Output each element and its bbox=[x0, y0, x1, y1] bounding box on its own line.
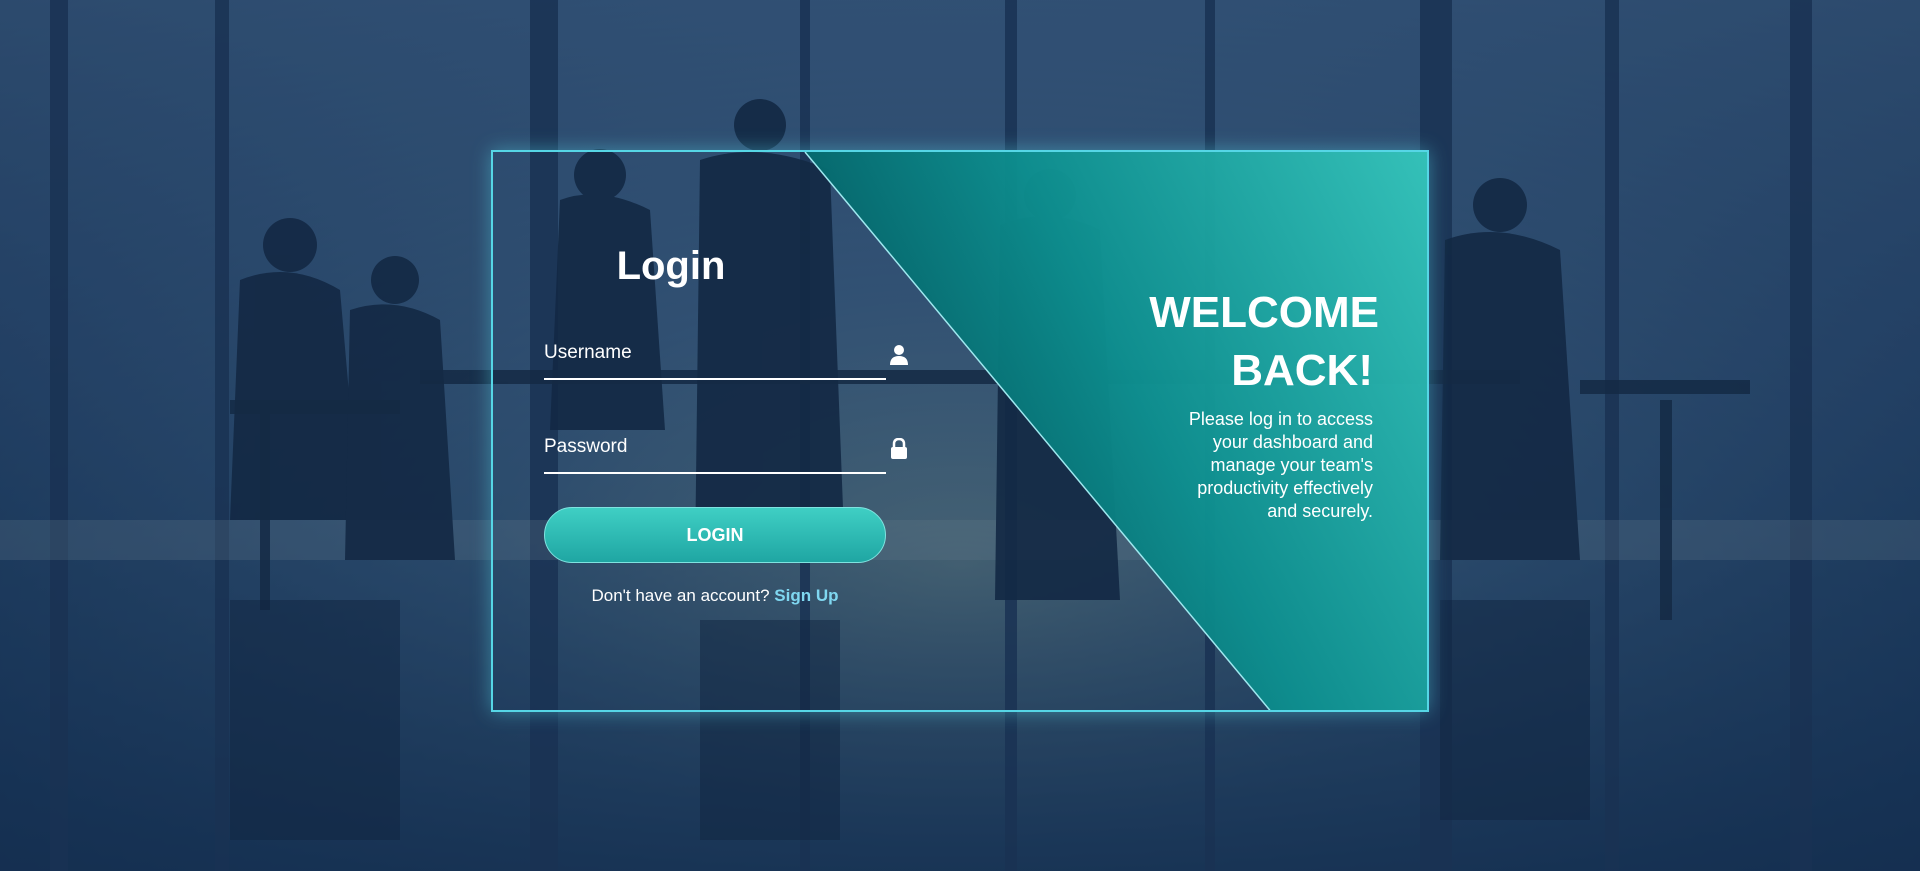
welcome-heading-line2: BACK! bbox=[1231, 346, 1373, 395]
welcome-message: Please log in to access your dashboard a… bbox=[1188, 409, 1373, 521]
signup-prompt: Don't have an account? bbox=[591, 586, 770, 605]
welcome-heading: WELCOME BACK! bbox=[1079, 284, 1379, 400]
password-field[interactable] bbox=[544, 418, 907, 474]
login-card: Login LOGIN Don't have an account? Sign … bbox=[491, 150, 1429, 712]
signup-link[interactable]: Sign Up bbox=[774, 586, 838, 605]
password-input[interactable] bbox=[544, 432, 874, 462]
welcome-panel: WELCOME BACK! Please log in to access yo… bbox=[1079, 284, 1379, 523]
username-underline bbox=[544, 378, 886, 380]
username-field[interactable] bbox=[544, 324, 908, 380]
password-underline bbox=[544, 472, 886, 474]
login-button[interactable]: LOGIN bbox=[544, 507, 886, 563]
login-title: Login bbox=[616, 244, 726, 288]
user-icon bbox=[889, 344, 909, 366]
username-input[interactable] bbox=[544, 338, 874, 368]
welcome-heading-line1: WELCOME bbox=[1149, 288, 1379, 337]
lock-icon bbox=[889, 437, 909, 460]
signup-row: Don't have an account? Sign Up bbox=[544, 586, 886, 606]
